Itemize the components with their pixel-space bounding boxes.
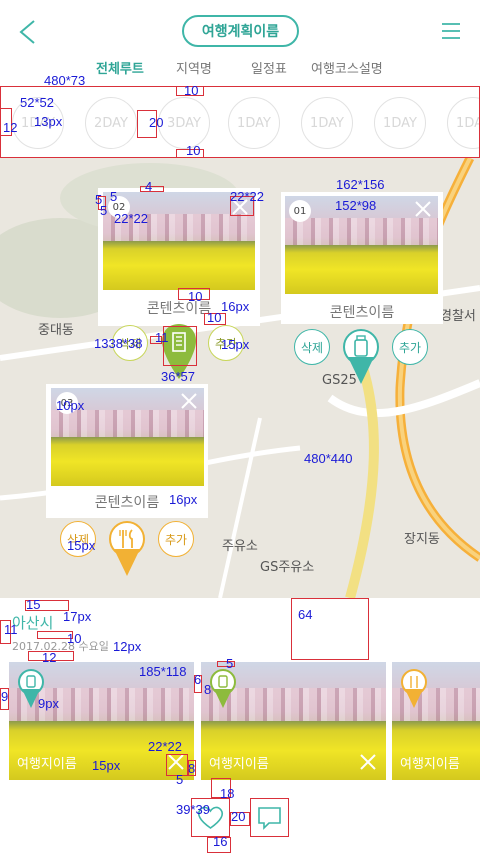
spec-annotation: 15px [92,758,121,773]
map-label: GS주유소 [260,560,315,575]
spec-annotation: 10 [186,143,201,158]
menu-icon[interactable] [440,20,462,42]
map-pin-bottle-icon[interactable] [342,328,380,386]
spec-annotation: 15px [67,538,96,553]
spec-annotation: 11 [4,622,18,637]
spec-annotation: 39*39 [176,802,210,817]
spec-annotation: 1338*38 [94,336,143,351]
spec-annotation: 16 [213,834,228,849]
place-name: 여행지이름 [400,757,460,772]
close-icon[interactable] [412,198,434,220]
spec-annotation: 9px [38,696,59,711]
spec-annotation: 162*156 [336,177,385,192]
spec-annotation: 10 [67,631,82,646]
bottle-pin-icon [210,669,236,708]
spec-annotation: 4 [145,179,153,194]
close-icon[interactable] [178,390,200,412]
spec-annotation: 18 [220,786,235,801]
spec-annotation: 12 [3,120,18,135]
spec-annotation: 9 [1,689,9,704]
spec-annotation: 22*22 [230,189,264,204]
spec-annotation: 22*22 [114,211,148,226]
spec-annotation: 52*52 [20,95,54,110]
map-pin-restaurant-icon[interactable] [108,520,146,578]
spec-annotation: 5 [110,189,118,204]
spec-annotation: 5 [226,656,234,671]
spec-annotation: 17px [63,609,92,624]
spec-box [250,798,289,837]
close-icon[interactable] [358,752,378,772]
region-name: 아산시 [12,614,54,632]
spec-annotation: 5 [176,772,184,787]
spec-annotation: 10px [56,398,85,413]
map-label: 중대동 [38,323,74,338]
place-name: 여행지이름 [17,757,77,772]
place-thumbnail[interactable]: 여행지이름 [201,662,386,780]
card-number-badge: 01 [289,200,311,222]
place-name: 여행지이름 [209,757,269,772]
tab-region[interactable]: 지역명 [176,58,212,77]
tab-course-description[interactable]: 여행코스설명 [311,58,383,77]
map-label: 주유소 [222,539,258,554]
spec-annotation: 36*57 [161,369,195,384]
spec-annotation: 8 [204,682,212,697]
spec-annotation: 10 [188,289,203,304]
spec-annotation: 20 [231,809,246,824]
spec-annotation: 64 [298,607,313,622]
add-button[interactable]: 추가 [392,329,428,365]
spec-annotation: 12 [42,650,57,665]
spec-annotation: 22*22 [148,739,182,754]
spec-annotation: 15px [221,337,250,352]
tab-schedule[interactable]: 일정표 [251,58,287,77]
trip-title[interactable]: 여행계획이름 [182,15,299,47]
spec-box [0,86,480,158]
spec-annotation: 10 [207,310,222,325]
spec-annotation: 185*118 [139,664,187,679]
spec-annotation: 15 [26,597,41,612]
spec-annotation: 13px [34,114,63,129]
spec-annotation: 11 [155,330,169,345]
map-label: 장지동 [404,532,440,547]
spec-annotation: 480*440 [304,451,353,466]
spec-annotation: 5 [100,203,108,218]
tab-all-route[interactable]: 전체루트 [96,58,144,77]
content-name: 콘텐츠이름 [329,305,395,321]
restaurant-pin-icon [401,669,427,708]
spec-annotation: 6 [194,672,202,687]
add-button[interactable]: 추가 [158,521,194,557]
spec-annotation: 152*98 [335,198,377,213]
spec-annotation: 16px [169,492,198,507]
back-arrow-icon[interactable] [14,18,42,46]
spec-annotation: 20 [149,115,164,130]
map-label: 경찰서 [440,309,476,324]
spec-annotation: 8 [188,761,196,776]
spec-annotation: 10 [184,83,199,98]
spec-annotation: 12px [113,639,142,654]
delete-button[interactable]: 삭제 [294,329,330,365]
spec-annotation: 16px [221,299,250,314]
place-thumbnail[interactable]: 여행지이름 [392,662,480,780]
spec-annotation: 480*73 [44,73,86,88]
